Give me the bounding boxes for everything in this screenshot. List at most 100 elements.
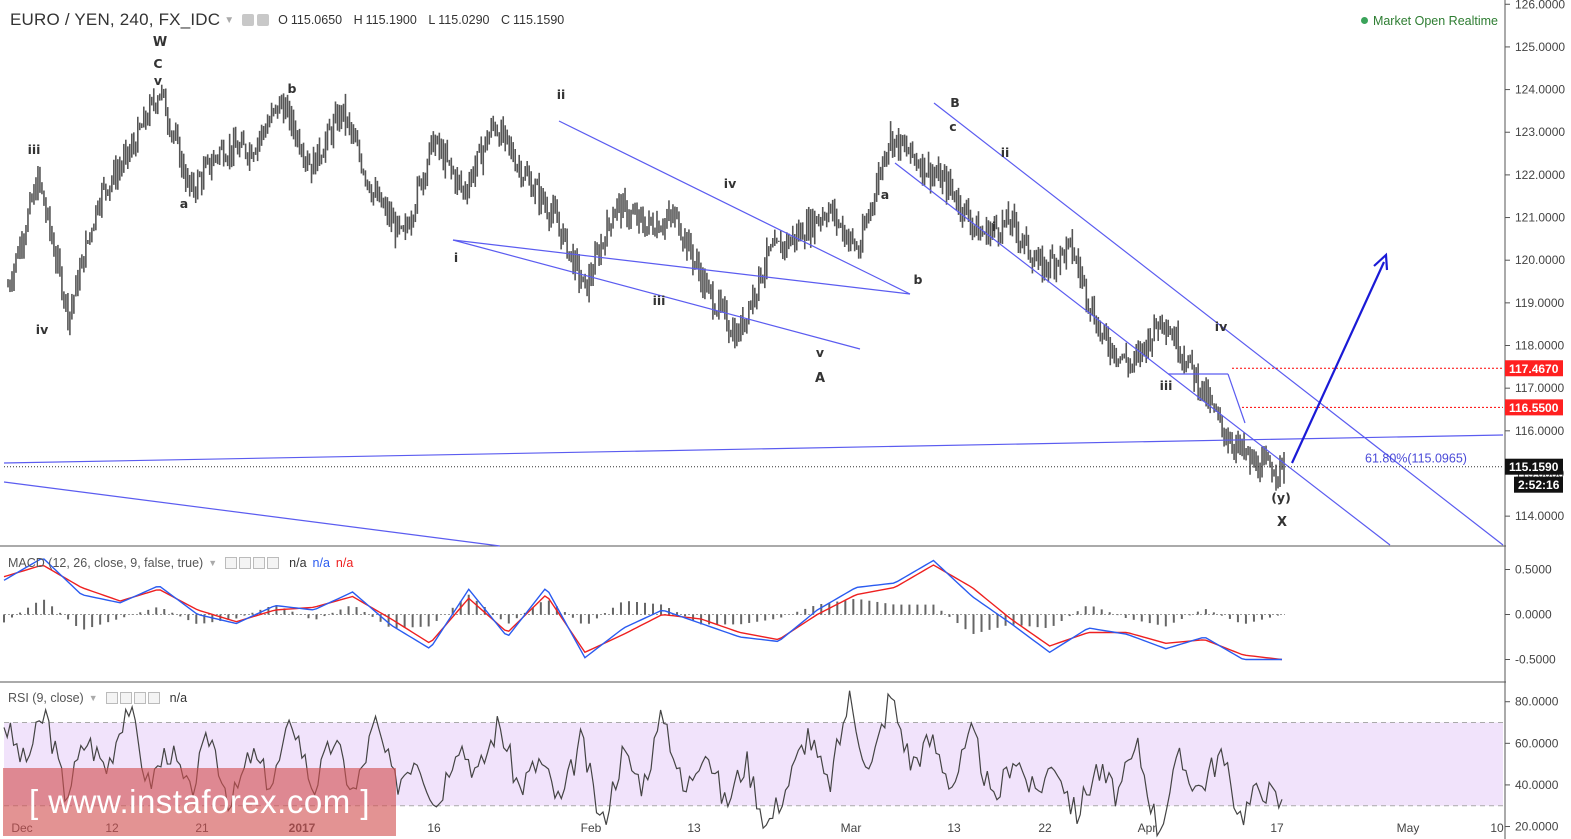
time-axis-label: Apr [1138,821,1157,835]
time-axis-label: 17 [1270,821,1284,835]
market-status: Market Open Realtime [1360,14,1498,28]
watermark: [ www.instaforex.com ] [3,768,396,836]
wave-label: i [454,250,458,265]
price-tick-label: 116.0000 [1515,424,1564,438]
wave-label: a [881,187,889,202]
wave-label: v [816,345,824,360]
open-value: 115.0650 [290,13,343,27]
rsi-dropdown-icon[interactable]: ▼ [89,693,98,703]
macd-settings-icon[interactable] [239,557,252,569]
rsi-title[interactable]: RSI (9, close) [8,691,84,705]
macd-visibility-icon[interactable] [225,557,238,569]
price-tick-label: 120.0000 [1515,253,1565,267]
macd-signal-value: n/a [312,556,330,570]
wave-label: ii [557,87,566,102]
macd-tick-label: 0.0000 [1515,608,1552,622]
close-value: 115.1590 [513,13,565,27]
symbol-header: EURO / YEN, 240, FX_IDC ▼ O 115.0650 H 115… [10,10,572,30]
time-axis-label: May [1397,821,1420,835]
wave-label: b [288,81,297,96]
wave-label: b [914,272,923,287]
price-tick-label: 123.0000 [1515,125,1565,139]
trendline [452,239,911,295]
low-label: L [428,13,436,27]
wave-label: iv [724,176,736,191]
time-axis-label: 22 [1038,821,1052,835]
price-label-text: 117.4670 [1509,362,1559,376]
price-tick-label: 119.0000 [1515,296,1564,310]
ohlc-readout: O 115.0650 H 115.1900 L 115.0290 C 115.1590 [278,13,572,27]
symbol-title[interactable]: EURO / YEN, 240, FX_IDC [10,10,220,30]
status-dot-icon [1360,17,1368,24]
time-axis-label: 13 [947,821,961,835]
price-tick-label: 114.0000 [1515,509,1564,523]
rsi-close-icon[interactable] [147,692,160,704]
price-chart[interactable]: 126.0000 125.0000 124.0000 123.0000 122.0000… [0,0,1571,839]
macd-tick-label: 0.5000 [1515,563,1552,577]
wave-label: v [154,73,162,88]
price-label-text: 115.1590 [1509,460,1559,474]
time-axis-label: Mar [841,821,862,835]
visibility-icon[interactable] [242,14,255,26]
wave-label: iii [28,142,41,157]
wave-label: iv [1215,319,1227,334]
rsi-visibility-icon[interactable] [105,692,118,704]
wave-label: iv [36,322,48,337]
wave-label: iii [653,293,666,308]
price-label-text: 116.5500 [1509,401,1559,415]
trendline [3,481,501,547]
close-label: C [500,13,511,27]
rsi-tick-label: 80.0000 [1515,695,1559,709]
rsi-tick-label: 20.0000 [1515,820,1559,834]
market-status-text: Market Open Realtime [1372,14,1498,28]
price-tick-label: 125.0000 [1515,40,1565,54]
price-tick-label: 118.0000 [1515,339,1564,353]
wave-label: (y) [1271,490,1291,505]
price-label-text: 2:52:16 [1518,478,1560,492]
time-axis-label: Feb [581,821,602,835]
rsi-tick-label: 40.0000 [1515,778,1559,792]
price-tick-label: 117.0000 [1515,381,1564,395]
time-axis-label: 16 [427,821,441,835]
macd-header: MACD (12, 26, close, 9, false, true) ▼ n… [8,556,353,570]
high-label: H [353,13,363,27]
wave-label: iii [1160,378,1173,393]
wave-label: A [815,371,825,386]
fib-level-label: 61.80%(115.0965) [1365,452,1467,466]
symbol-dropdown-icon[interactable]: ▼ [224,15,234,26]
price-tick-label: 126.0000 [1515,0,1565,11]
low-value: 115.0290 [438,13,490,27]
macd-title[interactable]: MACD (12, 26, close, 9, false, true) [8,556,203,570]
price-tick-label: 124.0000 [1515,83,1565,97]
high-value: 115.1900 [365,13,417,27]
time-axis-label: 13 [687,821,701,835]
macd-dropdown-icon[interactable]: ▼ [208,558,217,568]
forecast-arrow [1290,261,1386,464]
macd-add-icon[interactable] [253,557,266,569]
wave-label: a [180,196,188,211]
wave-label: W [153,35,167,50]
rsi-value: n/a [169,691,188,705]
macd-hist-value: n/a [335,556,354,570]
wave-label: X [1277,515,1287,530]
rsi-header: RSI (9, close) ▼ n/a [8,691,193,705]
settings-icon[interactable] [257,14,270,26]
macd-close-icon[interactable] [267,557,280,569]
wave-label: B [950,95,960,110]
watermark-text: [ www.instaforex.com ] [28,783,371,820]
time-axis-label: 10 [1490,821,1504,835]
chart-root: 126.0000 125.0000 124.0000 123.0000 122.0000… [0,0,1571,839]
rsi-settings-icon[interactable] [119,692,132,704]
trendline [558,120,911,295]
price-tick-label: 121.0000 [1515,211,1565,225]
rsi-tick-label: 60.0000 [1515,736,1559,750]
macd-tick-label: -0.5000 [1515,653,1556,667]
rsi-add-icon[interactable] [133,692,146,704]
trendline [1227,373,1246,424]
price-tick-label: 122.0000 [1515,168,1565,182]
macd-value: n/a [289,556,307,570]
trendline [894,162,1391,546]
wave-label: i [992,219,996,234]
wave-label: c [949,119,956,134]
wave-label: C [153,56,162,71]
